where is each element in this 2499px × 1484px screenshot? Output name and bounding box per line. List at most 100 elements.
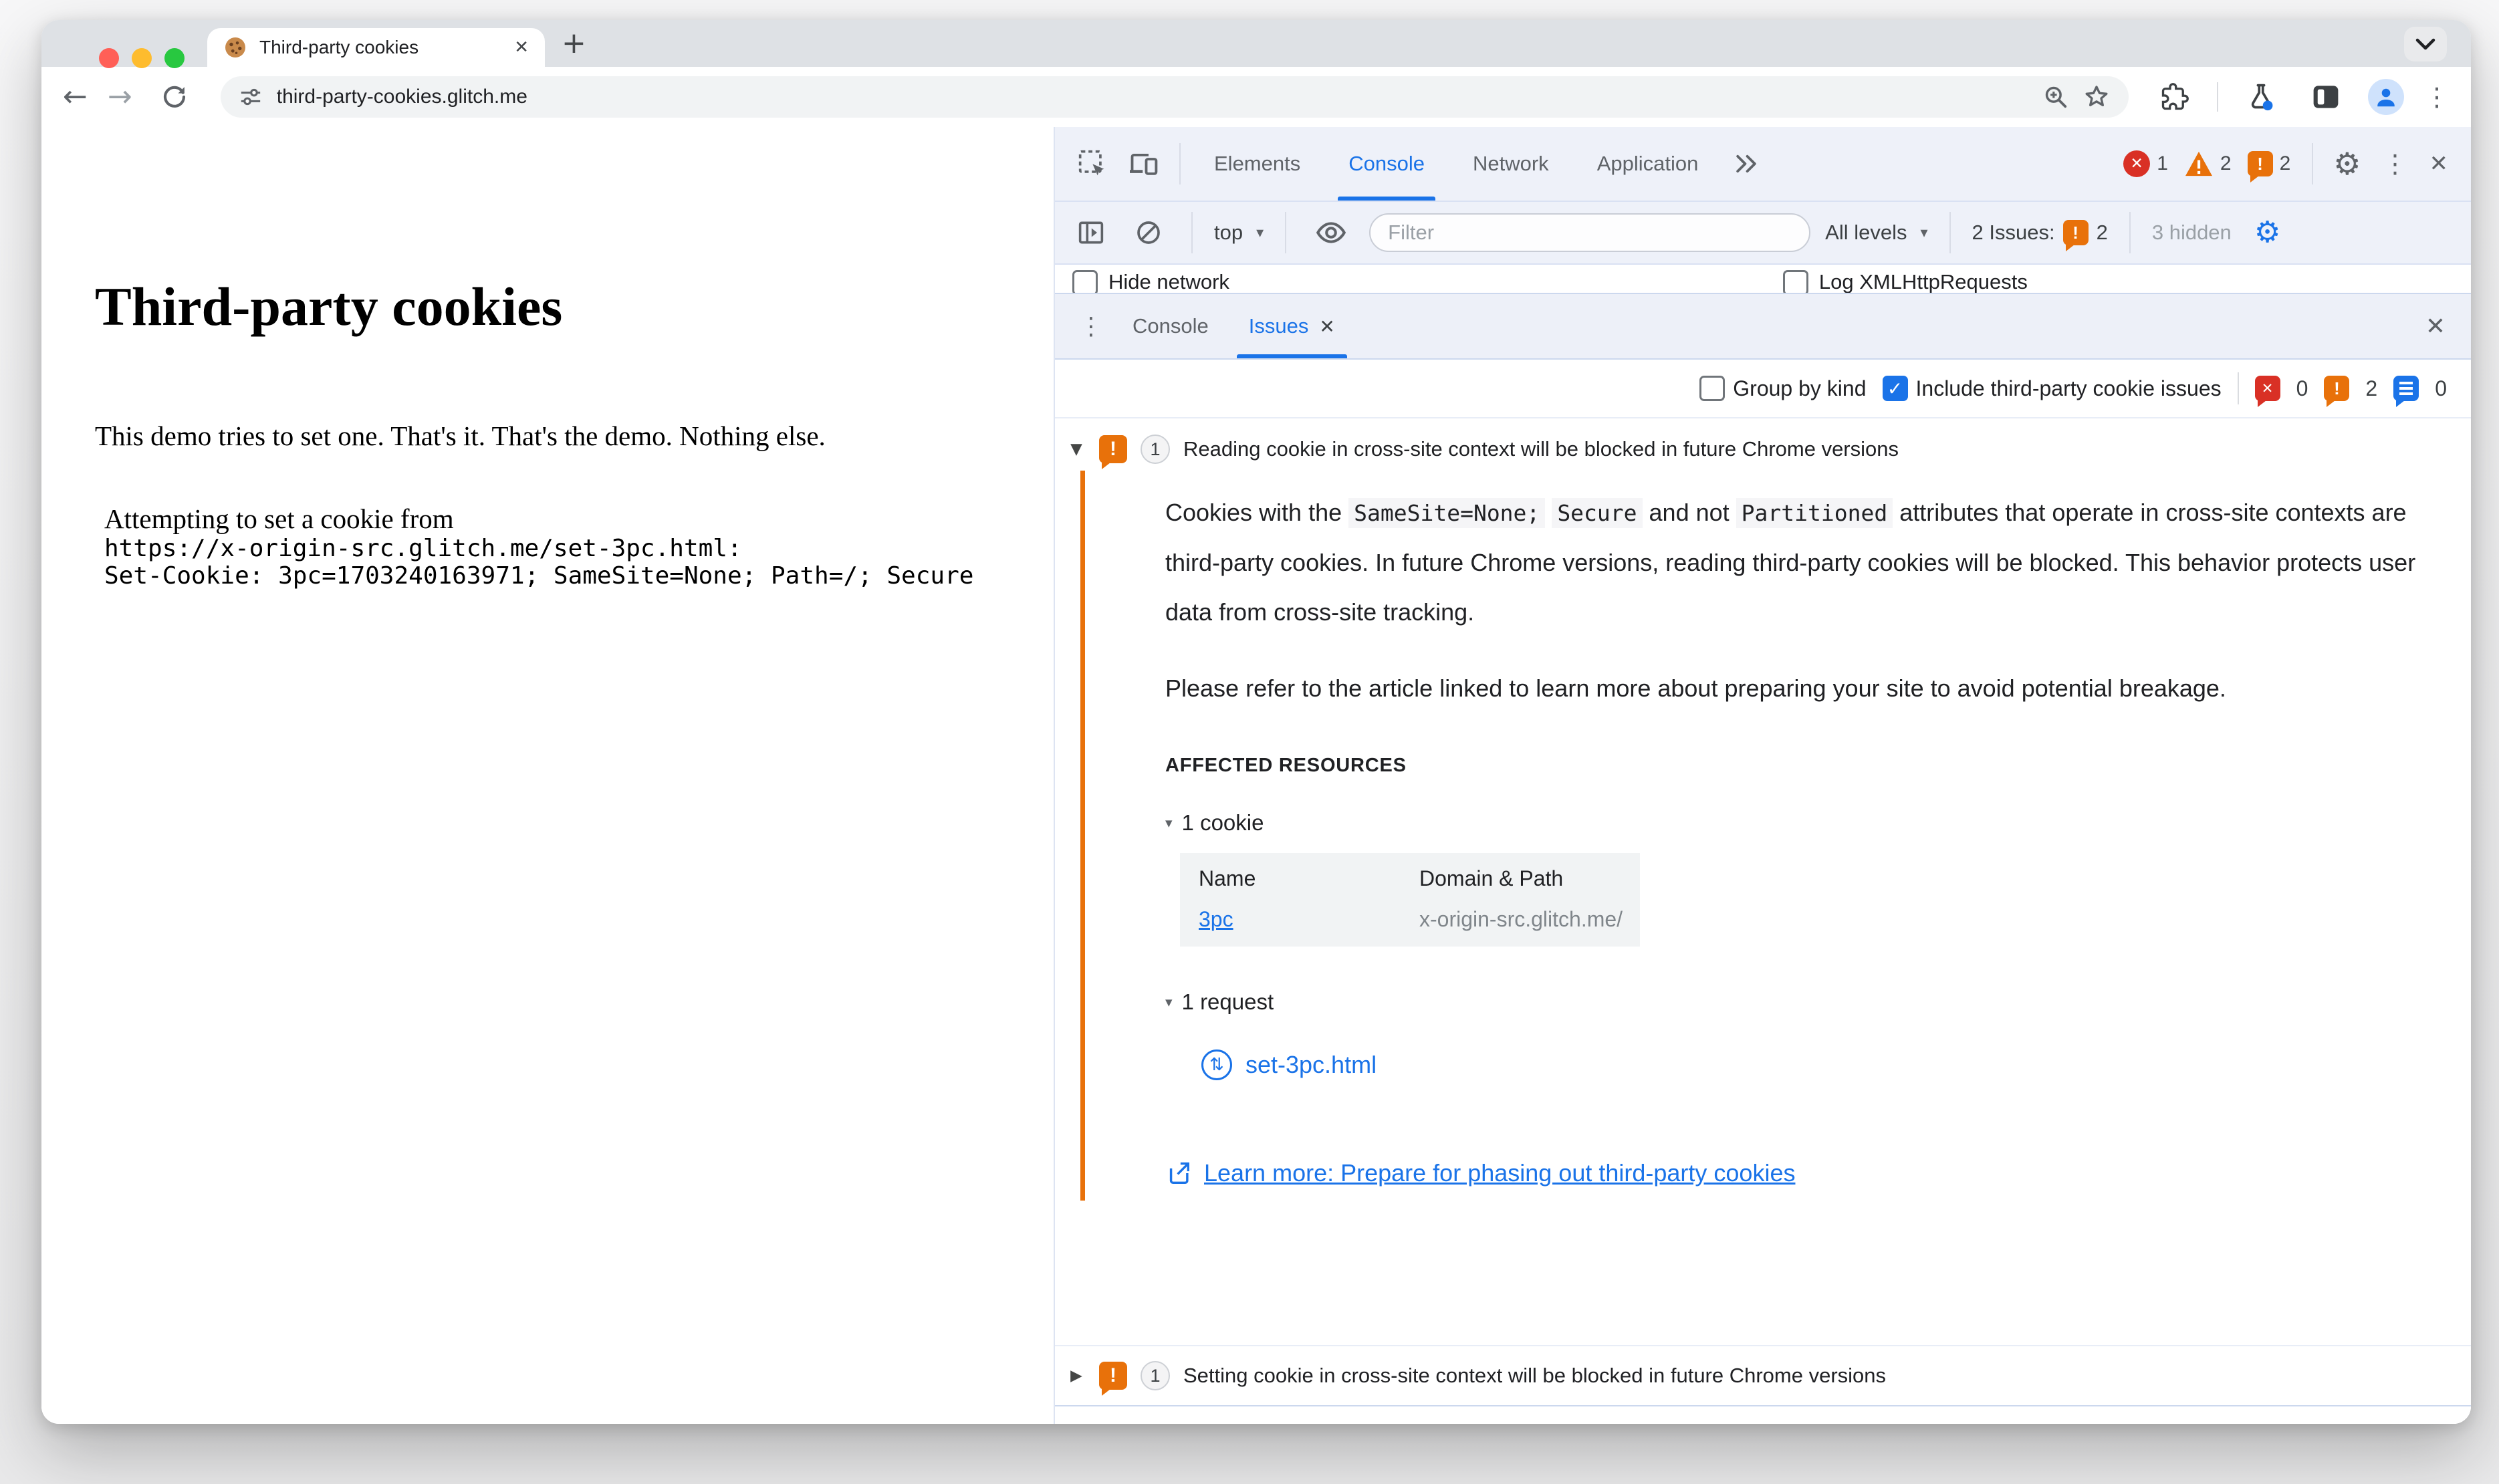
cookie-group-row[interactable]: ▾ 1 cookie <box>1165 810 2431 836</box>
devtools-menu-button[interactable]: ⋮ <box>2375 149 2416 178</box>
back-button[interactable]: ← <box>63 82 88 112</box>
log-xhr-setting[interactable]: Log XMLHttpRequests <box>1782 270 2028 293</box>
issue-title[interactable]: Reading cookie in cross-site context wil… <box>1183 437 1899 461</box>
network-request-icon: ⇅ <box>1201 1049 1232 1080</box>
hide-network-setting[interactable]: Hide network <box>1072 270 1229 293</box>
breaking-change-icon: ! <box>1099 435 1127 469</box>
omnibox[interactable]: third-party-cookies.glitch.me <box>220 76 2129 118</box>
learn-more-row: Learn more: Prepare for phasing out thir… <box>1165 1159 2431 1187</box>
issues-badge-icon[interactable]: ! <box>2247 151 2273 182</box>
tabbar-divider <box>1179 143 1181 184</box>
cookie-name-link[interactable]: 3pc <box>1199 907 1233 931</box>
live-expression-button[interactable] <box>1308 221 1354 244</box>
table-row: 3pc x-origin-src.glitch.me/ <box>1180 899 1640 947</box>
chevron-down-icon: ▾ <box>1256 224 1264 241</box>
devtools-panel: Elements Console Network Application ✕ 1 <box>1055 127 2471 1424</box>
warning-count: 2 <box>2220 152 2232 174</box>
drawer-tabbar: ⋮ Console Issues ✕ ✕ <box>1055 294 2471 360</box>
include-third-party-setting[interactable]: ✓ Include third-party cookie issues <box>1882 376 2222 401</box>
cookie-favicon-icon <box>225 37 245 57</box>
tab-network[interactable]: Network <box>1451 127 1570 201</box>
issues-count: 2 <box>2279 152 2291 174</box>
issue-title[interactable]: Setting cookie in cross-site context wil… <box>1183 1364 1886 1388</box>
issue-row-setting-cookie[interactable]: ▶ ! 1 Setting cookie in cross-site conte… <box>1055 1345 2471 1406</box>
chevron-down-icon <box>2415 38 2435 50</box>
forward-button[interactable]: → <box>108 82 132 112</box>
tab-console[interactable]: Console <box>1327 127 1446 201</box>
double-chevron-icon <box>1736 154 1757 173</box>
tab-search-button[interactable] <box>2404 27 2447 61</box>
more-tabs-button[interactable] <box>1725 153 1768 174</box>
request-group-label: 1 request <box>1181 989 1274 1014</box>
issue-info-bubble-icon <box>2393 376 2419 407</box>
drawer-tab-close-icon[interactable]: ✕ <box>1319 316 1334 338</box>
log-xhr-checkbox[interactable] <box>1782 270 1808 293</box>
inspect-element-button[interactable] <box>1070 149 1115 178</box>
warning-triangle-icon[interactable] <box>2184 150 2214 177</box>
drawer-close-button[interactable]: ✕ <box>2425 313 2456 340</box>
console-sidebar-toggle[interactable] <box>1070 221 1112 245</box>
request-group-row[interactable]: ▾ 1 request <box>1165 989 2431 1015</box>
main-area: Third-party cookies This demo tries to s… <box>41 127 2471 1424</box>
issues-list: ▼ ! 1 Reading cookie in cross-site conte… <box>1055 418 2471 1424</box>
text-lines-icon <box>2399 387 2413 390</box>
column-header-name: Name <box>1199 866 1256 890</box>
affected-request-row: ⇅ set-3pc.html <box>1201 1049 2431 1080</box>
include-third-party-checkbox[interactable]: ✓ <box>1882 376 1908 401</box>
profile-avatar[interactable] <box>2368 79 2404 115</box>
zoom-window-button[interactable] <box>164 48 185 68</box>
site-settings-icon[interactable] <box>239 86 262 108</box>
issue-row-reading-cookie[interactable]: ▼ ! 1 Reading cookie in cross-site conte… <box>1055 418 2471 471</box>
table-header-row: Name Domain & Path <box>1180 853 1640 899</box>
error-badge-icon[interactable]: ✕ <box>2123 150 2151 177</box>
side-panel-button[interactable] <box>2304 84 2348 110</box>
console-toolbar: top ▾ All levels ▾ 2 Issues: <box>1055 202 2471 265</box>
minimize-window-button[interactable] <box>132 48 152 68</box>
clear-console-button[interactable] <box>1127 219 1170 246</box>
inspect-cursor-icon <box>1078 150 1104 176</box>
context-selector[interactable]: top ▾ <box>1214 221 1264 245</box>
browser-tab[interactable]: Third-party cookies ✕ <box>207 28 545 67</box>
hide-network-checkbox[interactable] <box>1072 270 1098 293</box>
reload-button[interactable] <box>152 83 197 111</box>
url-text[interactable]: third-party-cookies.glitch.me <box>277 86 2028 108</box>
group-by-kind-checkbox[interactable] <box>1699 376 1726 401</box>
new-tab-button[interactable]: + <box>562 25 586 61</box>
learn-more-link[interactable]: Learn more: Prepare for phasing out thir… <box>1204 1159 1795 1187</box>
drawer-tab-issues[interactable]: Issues ✕ <box>1229 294 1355 358</box>
request-file-link[interactable]: set-3pc.html <box>1245 1051 1377 1079</box>
group-by-kind-setting[interactable]: Group by kind <box>1699 376 1867 401</box>
tab-close-icon[interactable]: ✕ <box>514 37 529 57</box>
browser-menu-button[interactable]: ⋮ <box>2424 82 2450 112</box>
issues-counter[interactable]: 2 Issues: ! 2 <box>1972 220 2108 251</box>
hidden-messages-label[interactable]: 3 hidden <box>2152 221 2232 245</box>
drawer-tab-console[interactable]: Console <box>1112 294 1229 358</box>
issues-toolbar: Group by kind ✓ Include third-party cook… <box>1055 360 2471 418</box>
console-toolbar-divider3 <box>1949 212 1951 253</box>
log-level-selector[interactable]: All levels ▾ <box>1825 221 1927 245</box>
desc-text: and not <box>1642 499 1736 526</box>
expanded-triangle-icon[interactable]: ▼ <box>1067 441 1086 458</box>
drawer-tab-issues-label: Issues <box>1248 314 1309 338</box>
extensions-button[interactable] <box>2153 83 2197 111</box>
device-toolbar-button[interactable] <box>1120 150 1167 178</box>
experiments-button[interactable] <box>2238 82 2284 112</box>
issue-detail: Cookies with the SameSite=None; Secure a… <box>1080 471 2471 1201</box>
zoom-icon[interactable] <box>2043 84 2068 110</box>
close-window-button[interactable] <box>99 48 119 68</box>
devtools-status-badges: ✕ 1 2 ! 2 <box>2123 150 2300 182</box>
log-line-setcookie: Set-Cookie: 3pc=1703240163971; SameSite=… <box>104 562 974 590</box>
devtools-close-button[interactable]: ✕ <box>2421 150 2457 177</box>
bookmark-star-icon[interactable] <box>2083 84 2110 110</box>
sidebar-panel-icon <box>1078 221 1104 244</box>
drawer-menu-button[interactable]: ⋮ <box>1070 313 1112 340</box>
log-line-intro: Attempting to set a cookie from <box>104 503 454 534</box>
devtools-settings-button[interactable]: ⚙ <box>2325 148 2369 179</box>
collapsed-triangle-icon[interactable]: ▶ <box>1067 1367 1086 1384</box>
issue-count-pill: 1 <box>1141 435 1170 464</box>
console-filter-input[interactable] <box>1369 213 1811 252</box>
tab-elements[interactable]: Elements <box>1193 127 1322 201</box>
console-settings-button[interactable]: ⚙ <box>2246 218 2288 247</box>
page-intro-text: This demo tries to set one. That's it. T… <box>95 420 826 451</box>
tab-application[interactable]: Application <box>1576 127 1720 201</box>
